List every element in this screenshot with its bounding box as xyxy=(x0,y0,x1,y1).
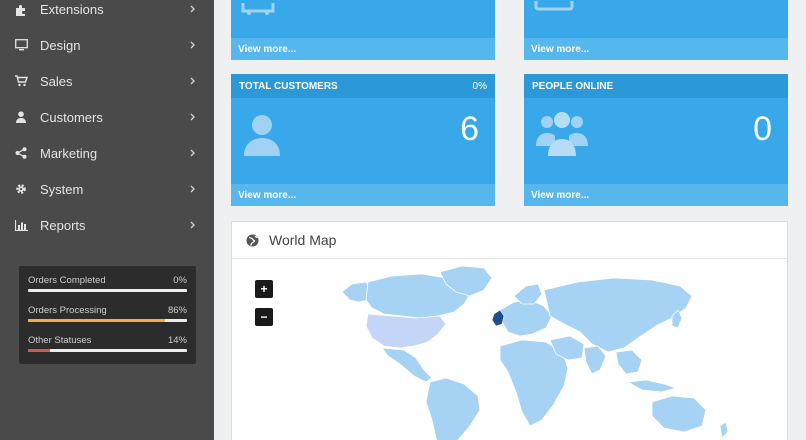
stat-value: 14% xyxy=(167,335,187,346)
region-mexico xyxy=(381,347,433,383)
puzzle-icon xyxy=(14,2,28,16)
progress-fill xyxy=(28,349,51,352)
tile-body: View more... xyxy=(524,0,788,60)
sidebar-item-label: Reports xyxy=(40,217,86,233)
progress-fill xyxy=(28,319,165,322)
sidebar-item-extensions[interactable]: Extensions xyxy=(0,0,214,27)
panel-header: World Map xyxy=(232,222,787,259)
region-indonesia xyxy=(626,379,678,393)
sidebar-nav: Extensions Design Sales Customers Market… xyxy=(0,0,214,243)
sidebar-item-design[interactable]: Design xyxy=(0,27,214,63)
sidebar-item-system[interactable]: System xyxy=(0,171,214,207)
tile-header: PEOPLE ONLINE xyxy=(524,74,788,98)
view-more-link[interactable]: View more... xyxy=(231,38,495,60)
region-south-america xyxy=(425,377,481,440)
stat-orders-processing: Orders Processing 86% xyxy=(28,305,187,335)
region-europe xyxy=(499,299,553,337)
tile-header: TOTAL CUSTOMERS 0% xyxy=(231,74,495,98)
tile-title: TOTAL CUSTOMERS xyxy=(239,80,338,92)
cart-icon xyxy=(14,74,28,88)
sidebar-item-label: Design xyxy=(40,37,81,53)
users-icon xyxy=(536,110,588,161)
tile-total-customers: TOTAL CUSTOMERS 0% 6 View more... xyxy=(231,74,495,206)
tile-body: View more... xyxy=(231,0,495,60)
user-icon xyxy=(243,114,281,161)
view-more-label: View more... xyxy=(531,43,590,55)
sidebar-item-label: Extensions xyxy=(40,1,104,17)
progress-bar xyxy=(28,319,187,322)
view-more-label: View more... xyxy=(238,189,297,201)
tile-value: 6 xyxy=(460,110,479,148)
tile-percent: 0% xyxy=(472,80,487,92)
view-more-label: View more... xyxy=(531,189,590,201)
tile-top-left: View more... xyxy=(231,0,495,60)
credit-card-icon xyxy=(534,0,574,18)
view-more-link[interactable]: View more... xyxy=(524,38,788,60)
globe-icon xyxy=(246,234,259,247)
sidebar-item-label: Marketing xyxy=(40,145,98,161)
progress-bar xyxy=(28,349,187,352)
chevron-right-icon xyxy=(188,4,198,14)
sidebar-item-marketing[interactable]: Marketing xyxy=(0,135,214,171)
user-icon xyxy=(14,110,28,124)
stat-value: 0% xyxy=(173,275,187,286)
view-more-link[interactable]: View more... xyxy=(524,184,788,206)
gear-icon xyxy=(14,182,28,196)
region-se-asia xyxy=(615,349,643,375)
tile-title: PEOPLE ONLINE xyxy=(532,80,614,92)
cart-icon xyxy=(241,2,277,20)
order-status-summary: Orders Completed 0% Orders Processing 86… xyxy=(19,266,196,364)
sidebar-item-label: System xyxy=(40,181,84,197)
region-india xyxy=(583,345,607,375)
stat-other-statuses: Other Statuses 14% xyxy=(28,335,187,365)
tile-body: 6 View more... xyxy=(231,98,495,206)
view-more-link[interactable]: View more... xyxy=(231,184,495,206)
chevron-right-icon xyxy=(188,76,198,86)
tile-top-right: View more... xyxy=(524,0,788,60)
sidebar-item-label: Customers xyxy=(40,109,103,125)
chevron-right-icon xyxy=(188,184,198,194)
stat-label: Orders Processing xyxy=(28,305,107,316)
region-new-zealand xyxy=(719,421,729,439)
share-icon xyxy=(14,146,28,160)
stat-label: Orders Completed xyxy=(28,275,106,286)
panel-title: World Map xyxy=(269,232,337,248)
sidebar-item-customers[interactable]: Customers xyxy=(0,99,214,135)
sidebar-item-sales[interactable]: Sales xyxy=(0,63,214,99)
chevron-right-icon xyxy=(188,40,198,50)
tile-value: 0 xyxy=(753,110,772,148)
dashboard-content: View more... View more... TOTAL CUSTOMER… xyxy=(214,0,806,440)
tile-body: 0 View more... xyxy=(524,98,788,206)
region-australia xyxy=(651,395,707,433)
sidebar-item-label: Sales xyxy=(40,73,73,89)
chevron-right-icon xyxy=(188,148,198,158)
bar-chart-icon xyxy=(14,218,28,232)
progress-bar xyxy=(28,289,187,292)
stat-value: 86% xyxy=(167,305,187,316)
tile-people-online: PEOPLE ONLINE 0 View more... xyxy=(524,74,788,206)
view-more-label: View more... xyxy=(238,43,297,55)
monitor-icon xyxy=(14,38,28,52)
region-usa xyxy=(365,313,447,349)
sidebar-item-reports[interactable]: Reports xyxy=(0,207,214,243)
stat-label: Other Statuses xyxy=(28,335,92,346)
sidebar: Extensions Design Sales Customers Market… xyxy=(0,0,214,440)
region-scandinavia xyxy=(513,283,543,305)
world-map-panel: World Map + − xyxy=(231,221,788,440)
stat-orders-completed: Orders Completed 0% xyxy=(28,275,187,305)
world-map[interactable] xyxy=(232,260,787,440)
chevron-right-icon xyxy=(188,112,198,122)
chevron-right-icon xyxy=(188,220,198,230)
